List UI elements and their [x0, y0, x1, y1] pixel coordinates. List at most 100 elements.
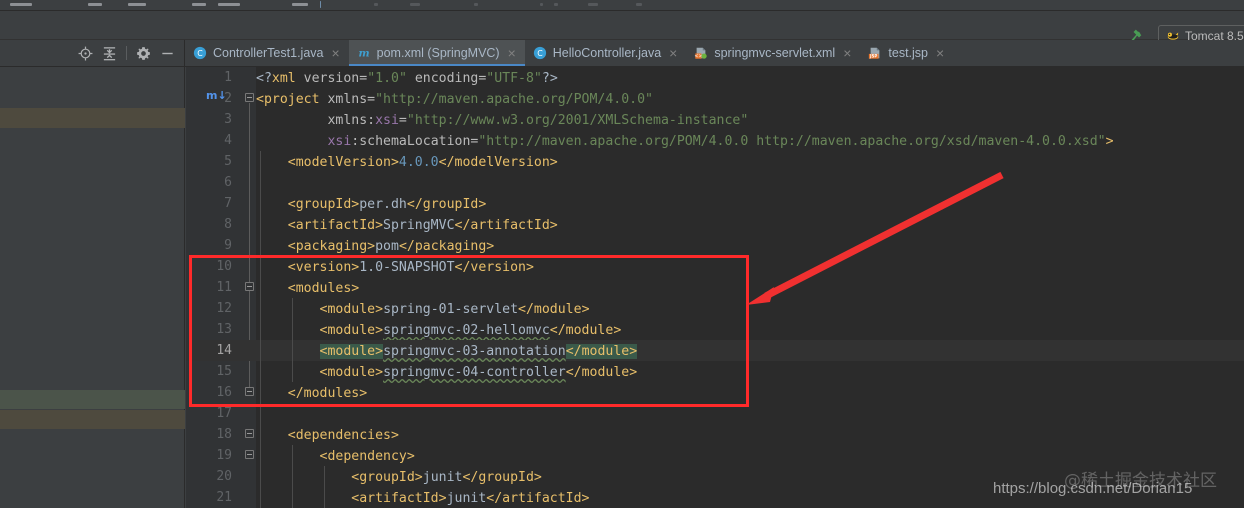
- line-number: 15: [216, 364, 232, 379]
- line-number: 19: [216, 448, 232, 463]
- code-line[interactable]: 7 <groupId>per.dh</groupId>: [224, 193, 1244, 214]
- tab-close-icon[interactable]: ×: [508, 46, 516, 60]
- tab-springmvc-servlet-xml[interactable]: <> springmvc-servlet.xml ×: [686, 40, 860, 66]
- line-number: 21: [216, 490, 232, 505]
- code-line[interactable]: 17: [216, 403, 1244, 424]
- fold-marker[interactable]: [245, 450, 254, 459]
- code-lines[interactable]: 1 <?xml version="1.0" encoding="UTF-8"?>…: [186, 67, 1244, 508]
- code-line[interactable]: 15 <module>springmvc-04-controller</modu…: [216, 361, 1244, 382]
- fold-marker[interactable]: [245, 387, 254, 396]
- code-line[interactable]: 6: [224, 172, 1244, 193]
- code-text: <version>1.0-SNAPSHOT</version>: [287, 260, 534, 275]
- gear-icon[interactable]: [136, 46, 151, 61]
- code-line[interactable]: 18 <dependencies>: [216, 424, 1244, 445]
- tab-close-icon[interactable]: ×: [843, 46, 851, 60]
- code-text: <modules>: [287, 281, 360, 296]
- code-line[interactable]: 19 <dependency>: [216, 445, 1244, 466]
- code-text: </modules>: [287, 386, 368, 401]
- code-line[interactable]: 16 </modules>: [216, 382, 1244, 403]
- code-editor[interactable]: m↓ 1 <?xml version="1.0" encoding="UTF-8…: [186, 67, 1244, 508]
- fold-marker[interactable]: [245, 93, 254, 102]
- code-text: xsi:schemaLocation="http://maven.apache.…: [327, 134, 1114, 149]
- toolbar-ghost-icon: [540, 3, 543, 6]
- svg-text:JSP: JSP: [869, 54, 877, 59]
- jsp-icon: JSP: [869, 47, 880, 59]
- svg-text:m: m: [358, 48, 369, 60]
- toolbar-ghost-icon: [10, 3, 32, 6]
- line-number: 20: [216, 469, 232, 484]
- editor-fold-column[interactable]: m↓: [206, 67, 256, 508]
- tab-label: pom.xml (SpringMVC): [376, 46, 500, 60]
- code-line[interactable]: 10 <version>1.0-SNAPSHOT</version>: [216, 256, 1244, 277]
- tab-test-jsp[interactable]: JSP test.jsp ×: [860, 40, 953, 66]
- line-number: 5: [224, 154, 232, 169]
- toolbar-ghost-icon: [636, 3, 642, 6]
- line-number: 2: [224, 91, 232, 106]
- line-number: 4: [224, 133, 232, 148]
- tab-label: test.jsp: [888, 46, 929, 60]
- code-text: <project xmlns="http://maven.apache.org/…: [256, 92, 653, 107]
- tab-controllertest1-java[interactable]: C ControllerTest1.java ×: [185, 40, 349, 66]
- code-line-current[interactable]: 14 <module>springmvc-03-annotation</modu…: [186, 340, 1244, 361]
- code-text: <packaging>pom</packaging>: [287, 239, 495, 254]
- ide-window: Tomcat 8.5 C ControllerTest1.java × m po…: [0, 0, 1244, 508]
- code-text: <groupId>per.dh</groupId>: [287, 197, 487, 212]
- line-number: 18: [216, 427, 232, 442]
- line-number: 7: [224, 196, 232, 211]
- maven-icon: m: [358, 48, 369, 60]
- code-text: <module>springmvc-03-annotation</module>: [319, 344, 638, 359]
- line-number: 11: [216, 280, 232, 295]
- code-line[interactable]: 4 xsi:schemaLocation="http://maven.apach…: [224, 130, 1244, 151]
- fold-marker[interactable]: [245, 282, 254, 291]
- toolbar-ghost-icon: [218, 3, 240, 6]
- code-text: <?xml version="1.0" encoding="UTF-8"?>: [256, 71, 558, 86]
- tab-close-icon[interactable]: ×: [331, 46, 339, 60]
- java-class-icon: C: [193, 46, 207, 60]
- code-line[interactable]: 2 <project xmlns="http://maven.apache.or…: [224, 88, 1244, 109]
- java-class-icon: C: [533, 46, 546, 60]
- line-number: 10: [216, 259, 232, 274]
- tab-pom-xml[interactable]: m pom.xml (SpringMVC) ×: [348, 40, 525, 66]
- code-line[interactable]: 1 <?xml version="1.0" encoding="UTF-8"?>: [224, 67, 1244, 88]
- line-number: 9: [224, 238, 232, 253]
- blog-url-watermark: https://blog.csdn.net/Dorian15: [993, 480, 1193, 497]
- fold-marker[interactable]: [245, 429, 254, 438]
- locate-target-icon[interactable]: [78, 46, 93, 61]
- code-line[interactable]: 13 <module>springmvc-02-hellomvc</module…: [216, 319, 1244, 340]
- project-row-band: [0, 410, 185, 429]
- tab-hellocontroller-java[interactable]: C HelloController.java ×: [525, 40, 687, 66]
- code-line[interactable]: 11 <modules>: [216, 277, 1244, 298]
- toolbar-ghost-icon: [192, 3, 206, 6]
- toolbar-ghost-icon: [374, 3, 378, 6]
- tab-close-icon[interactable]: ×: [669, 46, 677, 60]
- hide-icon[interactable]: [160, 46, 175, 61]
- collapse-all-icon[interactable]: [102, 46, 117, 61]
- code-line[interactable]: 5 <modelVersion>4.0.0</modelVersion>: [224, 151, 1244, 172]
- line-number: 12: [216, 301, 232, 316]
- line-number: 3: [224, 112, 232, 127]
- tab-label: springmvc-servlet.xml: [714, 46, 836, 60]
- code-text: <modelVersion>4.0.0</modelVersion>: [287, 155, 558, 170]
- line-number: 6: [224, 175, 232, 190]
- code-line[interactable]: 12 <module>spring-01-servlet</module>: [216, 298, 1244, 319]
- spring-xml-icon: <>: [695, 47, 708, 60]
- code-text: xmlns:xsi="http://www.w3.org/2001/XMLSch…: [256, 113, 749, 128]
- line-number: 1: [224, 70, 232, 85]
- toolbar-ghost-icon: [554, 3, 558, 6]
- svg-text:<>: <>: [695, 54, 703, 60]
- toolbar-ghost-icon: [128, 3, 146, 6]
- code-text: <groupId>junit</groupId>: [351, 470, 542, 485]
- project-tool-window[interactable]: [0, 40, 185, 508]
- main-toolbar-strip: [0, 0, 1244, 11]
- code-line[interactable]: 3 xmlns:xsi="http://www.w3.org/2001/XMLS…: [224, 109, 1244, 130]
- line-number: 13: [216, 322, 232, 337]
- code-text: <artifactId>junit</artifactId>: [351, 491, 590, 506]
- code-line[interactable]: 9 <packaging>pom</packaging>: [224, 235, 1244, 256]
- tab-close-icon[interactable]: ×: [936, 46, 944, 60]
- code-line[interactable]: 8 <artifactId>SpringMVC</artifactId>: [224, 214, 1244, 235]
- tab-label: HelloController.java: [552, 46, 662, 60]
- toolbar-ghost-icon: [88, 3, 102, 6]
- toolbar-ghost-icon: [588, 3, 598, 6]
